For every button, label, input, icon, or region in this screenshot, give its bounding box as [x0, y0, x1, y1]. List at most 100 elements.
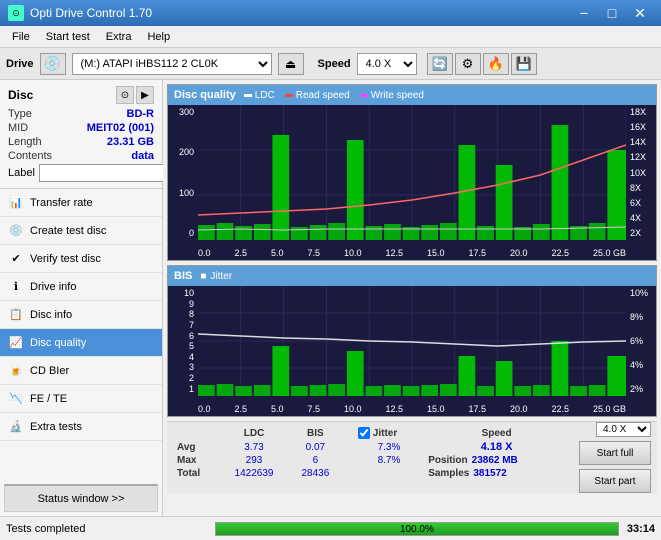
- disc-info-icon: 📋: [8, 307, 24, 323]
- close-button[interactable]: ✕: [627, 2, 653, 24]
- stats-bar: LDC BIS Jitter Speed Avg 3.7: [167, 421, 657, 493]
- drive-info-icon: ℹ: [8, 279, 24, 295]
- drive-label: Drive: [6, 58, 34, 70]
- mid-label: MID: [8, 122, 28, 134]
- menu-extra[interactable]: Extra: [98, 29, 140, 45]
- x-axis-top: 0.0 2.5 5.0 7.5 10.0 12.5 15.0 17.5 20.0…: [198, 248, 626, 258]
- status-bar: Tests completed 100.0% 33:14: [0, 516, 661, 540]
- nav-disc-quality[interactable]: 📈 Disc quality: [0, 329, 162, 357]
- avg-row-label: Avg: [173, 440, 219, 454]
- chart-top-title: Disc quality: [174, 89, 236, 101]
- drive-select[interactable]: (M:) ATAPI iHBS112 2 CL0K: [72, 53, 272, 75]
- total-bis-val: 28436: [289, 467, 342, 480]
- speed-select[interactable]: 4.0 X: [357, 53, 417, 75]
- ldc-header: LDC: [219, 426, 289, 440]
- refresh-button[interactable]: 🔄: [427, 53, 453, 75]
- transfer-rate-icon: 📊: [8, 195, 24, 211]
- nav-cd-bier[interactable]: 🍺 CD BIer: [0, 357, 162, 385]
- drive-bar: Drive 💿 (M:) ATAPI iHBS112 2 CL0K ⏏ Spee…: [0, 48, 661, 80]
- label-label: Label: [8, 167, 35, 179]
- samples-value: 381572: [473, 468, 506, 479]
- stats-speed-select[interactable]: 4.0 X: [596, 422, 651, 437]
- eject-button[interactable]: ⏏: [278, 53, 304, 75]
- nav-disc-info[interactable]: 📋 Disc info: [0, 301, 162, 329]
- nav-verify-test-disc[interactable]: ✔ Verify test disc: [0, 245, 162, 273]
- chart-top-legend: LDC Read speed Write speed: [244, 90, 424, 101]
- status-window-label: Status window >>: [38, 493, 125, 505]
- chart-bottom-wrap: 10 9 8 7 6 5 4 3 2 1 10% 8%: [168, 286, 656, 416]
- burn-button[interactable]: 🔥: [483, 53, 509, 75]
- read-speed-legend-dot: [285, 94, 293, 97]
- nav-create-test-disc[interactable]: 💿 Create test disc: [0, 217, 162, 245]
- verify-test-disc-icon: ✔: [8, 251, 24, 267]
- nav-drive-info-label: Drive info: [30, 281, 76, 293]
- cd-bier-icon: 🍺: [8, 363, 24, 379]
- jitter-header: Jitter: [354, 426, 424, 440]
- status-time: 33:14: [627, 523, 655, 535]
- max-row-label: Max: [173, 454, 219, 467]
- menu-start-test[interactable]: Start test: [38, 29, 98, 45]
- nav-drive-info[interactable]: ℹ Drive info: [0, 273, 162, 301]
- jitter-separator: ■: [200, 271, 206, 282]
- read-speed-legend-label: Read speed: [296, 90, 350, 101]
- chart-top-header: Disc quality LDC Read speed Write speed: [168, 85, 656, 105]
- jitter-legend-label: Jitter: [210, 271, 232, 282]
- app-icon: ⊙: [8, 5, 24, 21]
- settings-button[interactable]: ⚙: [455, 53, 481, 75]
- main-content: Disc ⊙ ▶ Type BD-R MID MEIT02 (001) Leng…: [0, 80, 661, 516]
- start-full-button[interactable]: Start full: [579, 441, 651, 465]
- nav-transfer-rate[interactable]: 📊 Transfer rate: [0, 189, 162, 217]
- menu-file[interactable]: File: [4, 29, 38, 45]
- menu-bar: File Start test Extra Help: [0, 26, 661, 48]
- ldc-legend-label: LDC: [255, 90, 275, 101]
- minimize-button[interactable]: −: [571, 2, 597, 24]
- extra-tests-icon: 🔬: [8, 419, 24, 435]
- disc-title: Disc: [8, 88, 33, 102]
- chart-top-wrap: 300 200 100 0 18X 16X 14X 12X 10X 8X 6X: [168, 105, 656, 260]
- y-axis-left-top: 300 200 100 0: [168, 105, 196, 240]
- status-text: Tests completed: [6, 523, 207, 535]
- drive-icon: 💿: [40, 53, 66, 75]
- nav-extra-tests[interactable]: 🔬 Extra tests: [0, 413, 162, 441]
- avg-ldc-val: 3.73: [219, 440, 289, 454]
- disc-icon-2[interactable]: ▶: [136, 86, 154, 104]
- avg-jitter-val: 7.3%: [354, 440, 424, 454]
- nav-transfer-rate-label: Transfer rate: [30, 197, 93, 209]
- speed-header-label: Speed: [424, 426, 569, 440]
- bottom-chart-svg: [198, 286, 626, 396]
- top-chart-svg: [198, 105, 626, 240]
- nav-create-test-disc-label: Create test disc: [30, 225, 106, 237]
- nav-extra-tests-label: Extra tests: [30, 421, 82, 433]
- label-input[interactable]: [39, 164, 177, 182]
- length-label: Length: [8, 136, 42, 148]
- start-part-button[interactable]: Start part: [579, 469, 651, 493]
- nav-fe-te-label: FE / TE: [30, 393, 67, 405]
- save-button[interactable]: 💾: [511, 53, 537, 75]
- menu-help[interactable]: Help: [139, 29, 178, 45]
- disc-icon-1[interactable]: ⊙: [116, 86, 134, 104]
- y-axis-left-bottom: 10 9 8 7 6 5 4 3 2 1: [168, 286, 196, 396]
- avg-speed-val: 4.18 X: [424, 440, 569, 454]
- fe-te-icon: 📉: [8, 391, 24, 407]
- status-window-button[interactable]: Status window >>: [4, 484, 158, 512]
- write-speed-legend-dot: [360, 94, 368, 97]
- type-value: BD-R: [127, 108, 155, 120]
- bis-header: BIS: [289, 426, 342, 440]
- nav-cd-bier-label: CD BIer: [30, 365, 69, 377]
- bis-jitter-chart: BIS ■ Jitter 10 9 8 7 6 5 4: [167, 265, 657, 417]
- nav-disc-info-label: Disc info: [30, 309, 72, 321]
- y-axis-right-bottom: 10% 8% 6% 4% 2%: [628, 286, 656, 396]
- app-title: Opti Drive Control 1.70: [30, 6, 152, 20]
- create-test-disc-icon: 💿: [8, 223, 24, 239]
- nav-menu: 📊 Transfer rate 💿 Create test disc ✔ Ver…: [0, 189, 162, 480]
- left-panel: Disc ⊙ ▶ Type BD-R MID MEIT02 (001) Leng…: [0, 80, 163, 516]
- maximize-button[interactable]: □: [599, 2, 625, 24]
- nav-fe-te[interactable]: 📉 FE / TE: [0, 385, 162, 413]
- max-ldc-val: 293: [219, 454, 289, 467]
- jitter-label: Jitter: [373, 428, 397, 439]
- jitter-checkbox[interactable]: [358, 427, 370, 439]
- title-bar: ⊙ Opti Drive Control 1.70 − □ ✕: [0, 0, 661, 26]
- nav-verify-test-disc-label: Verify test disc: [30, 253, 101, 265]
- position-label: Position: [428, 455, 467, 466]
- contents-label: Contents: [8, 150, 52, 162]
